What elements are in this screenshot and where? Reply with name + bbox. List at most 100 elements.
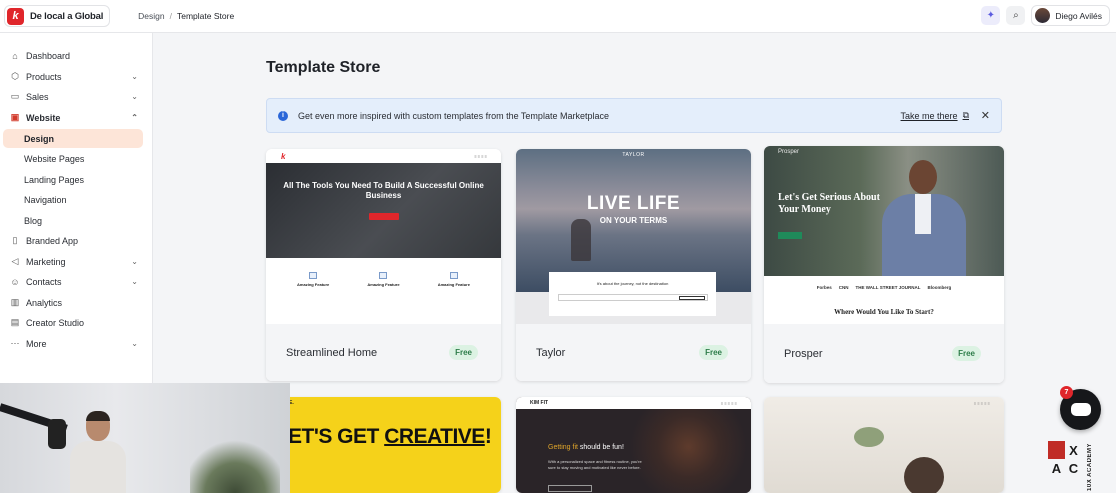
sidebar-item-label: Website Pages xyxy=(24,153,85,164)
template-card-creative[interactable]: ATIVE. LET'S GET CREATIVE! xyxy=(266,397,501,493)
preview-headline: LET'S GET CREATIVE! xyxy=(275,425,492,448)
preview-nav: TAYLOR xyxy=(622,152,645,158)
sidebar-item-design[interactable]: Design xyxy=(3,129,143,148)
sidebar-item-contacts[interactable]: ☺ Contacts ⌄ xyxy=(3,272,143,291)
sidebar-item-more[interactable]: ⋯ More ⌄ xyxy=(3,334,143,353)
sidebar-item-label: Marketing xyxy=(26,256,66,267)
template-preview: TAYLOR LIVE LIFE ON YOUR TERMS It's abou… xyxy=(516,149,751,324)
template-card-footer: Prosper Free xyxy=(764,324,1004,383)
preview-features: Amazing Feature Amazing Feature Amazing … xyxy=(266,258,501,287)
brand-name: De local a Global xyxy=(30,10,104,22)
preview-hero: Prosper Let's Get Serious About Your Mon… xyxy=(764,146,1004,276)
webcam-overlay xyxy=(0,383,290,493)
preview-subhead: ON YOUR TERMS xyxy=(599,216,668,225)
preview-person xyxy=(904,457,944,493)
preview-question: Where Would You Like To Start? xyxy=(834,308,934,316)
template-card-kim-fit[interactable]: KIM FIT ≡ ≡ ≡ ≡ ≡ Getting fit should be … xyxy=(516,397,751,493)
marketplace-banner: i Get even more inspired with custom tem… xyxy=(266,98,1002,133)
preview-logo: ATIVE. xyxy=(266,397,501,409)
box-icon: ⬡ xyxy=(11,71,19,81)
sidebar-item-sales[interactable]: ▭ Sales ⌄ xyxy=(3,87,143,106)
main-content: Template Store i Get even more inspired … xyxy=(154,34,1116,493)
academy-watermark: X A C xyxy=(1048,441,1082,477)
sidebar-item-label: Dashboard xyxy=(26,50,71,61)
sidebar-item-label: Blog xyxy=(24,215,43,226)
sidebar-item-website[interactable]: ▣ Website ⌃ xyxy=(3,108,143,127)
watermark-letter: A xyxy=(1051,460,1062,476)
monitor-icon: ▣ xyxy=(10,112,20,122)
avatar xyxy=(1035,8,1051,23)
brand-logo: k xyxy=(7,7,24,25)
search-icon[interactable]: ⌕ xyxy=(1006,6,1026,25)
sidebar-item-website-pages[interactable]: Website Pages xyxy=(3,149,143,168)
preview-person xyxy=(882,156,966,276)
preview-logo: KIM FIT xyxy=(530,400,549,406)
preview-cta xyxy=(778,232,802,239)
preview-logo: k xyxy=(281,151,286,161)
home-icon: ⌂ xyxy=(12,50,18,61)
chevron-up-icon: ⌃ xyxy=(131,113,138,122)
template-card-taylor[interactable]: TAYLOR LIVE LIFE ON YOUR TERMS It's abou… xyxy=(516,149,751,381)
sparkle-icon[interactable]: ✦ xyxy=(981,6,1001,25)
preview-photo xyxy=(626,409,751,493)
wallet-icon: ▭ xyxy=(10,91,20,101)
chevron-down-icon: ⌄ xyxy=(131,257,138,266)
dots-icon: ⋯ xyxy=(10,338,20,348)
studio-icon: ▤ xyxy=(10,317,20,327)
preview-figure xyxy=(571,219,591,261)
preview-cta xyxy=(368,213,399,220)
breadcrumb-template-store: Template Store xyxy=(177,11,235,21)
sidebar-item-analytics[interactable]: ▥ Analytics xyxy=(3,293,143,312)
preview-form-question: It's about the journey, not the destinat… xyxy=(596,281,669,286)
sidebar-item-label: Creator Studio xyxy=(26,317,85,328)
sidebar-item-blog[interactable]: Blog xyxy=(3,211,143,230)
sidebar-item-branded-app[interactable]: ▯ Branded App xyxy=(3,231,143,250)
preview-nav: Prosper xyxy=(778,149,800,155)
sidebar-item-marketing[interactable]: ◁ Marketing ⌄ xyxy=(3,252,143,271)
preview-press-logos: Forbes CNN THE WALL STREET JOURNAL Bloom… xyxy=(764,276,1004,298)
sidebar-item-creator-studio[interactable]: ▤ Creator Studio xyxy=(3,313,143,332)
take-me-there-link[interactable]: Take me there ⧉ xyxy=(901,110,969,121)
watermark-text: 10X ACADEMY xyxy=(1087,443,1093,491)
preview-hero: All The Tools You Need To Build A Succes… xyxy=(266,163,501,258)
breadcrumb: Design / Template Store xyxy=(138,11,234,21)
free-badge: Free xyxy=(449,345,478,360)
template-preview: ≡ ≡ ≡ ≡ ≡ xyxy=(764,397,1004,493)
breadcrumb-design[interactable]: Design xyxy=(138,11,164,21)
preview-headline: LIVE LIFE xyxy=(586,193,681,214)
sidebar-item-label: Sales xyxy=(26,91,49,102)
close-icon[interactable]: ✕ xyxy=(981,109,990,122)
sidebar-item-label: More xyxy=(26,338,47,349)
preview-nav-links: ≡ ≡ ≡ ≡ xyxy=(474,153,487,159)
template-preview: ATIVE. LET'S GET CREATIVE! xyxy=(266,397,501,493)
users-icon: ☺ xyxy=(10,276,20,287)
preview-headline: All The Tools You Need To Build A Succes… xyxy=(283,181,484,200)
sidebar-item-dashboard[interactable]: ⌂ Dashboard xyxy=(3,46,143,65)
sidebar-item-label: Design xyxy=(24,133,55,144)
preview-feature: Amazing Feature xyxy=(424,272,484,287)
sidebar-item-label: Analytics xyxy=(26,297,63,308)
template-card-streamlined-home[interactable]: k ≡ ≡ ≡ ≡ All The Tools You Need To Buil… xyxy=(266,149,501,381)
preview-feature: Amazing Feature xyxy=(353,272,413,287)
watermark-block xyxy=(1048,441,1065,459)
template-card-prosper[interactable]: Prosper Let's Get Serious About Your Mon… xyxy=(764,146,1004,383)
user-menu[interactable]: Diego Avilés xyxy=(1031,5,1110,26)
template-card-decor[interactable]: ≡ ≡ ≡ ≡ ≡ xyxy=(764,397,1004,493)
free-badge: Free xyxy=(952,346,981,361)
template-preview: Prosper Let's Get Serious About Your Mon… xyxy=(764,146,1004,324)
page-title: Template Store xyxy=(266,59,381,76)
chevron-down-icon: ⌄ xyxy=(131,92,138,101)
chevron-down-icon: ⌄ xyxy=(131,339,138,348)
sidebar-item-navigation[interactable]: Navigation xyxy=(3,190,143,209)
preview-subtext: With a personalized space and fitness ro… xyxy=(548,459,642,470)
preview-hero: TAYLOR LIVE LIFE ON YOUR TERMS xyxy=(516,149,751,292)
breadcrumb-separator: / xyxy=(169,11,172,21)
brand-switcher[interactable]: k De local a Global xyxy=(4,5,111,27)
template-preview: KIM FIT ≡ ≡ ≡ ≡ ≡ Getting fit should be … xyxy=(516,397,751,493)
sidebar-item-landing-pages[interactable]: Landing Pages xyxy=(3,170,143,189)
info-icon: i xyxy=(278,110,288,121)
watermark-letter: C xyxy=(1068,460,1079,476)
preview-form-field xyxy=(557,294,708,301)
sidebar-item-products[interactable]: ⬡ Products ⌄ xyxy=(3,67,143,86)
preview-plant xyxy=(854,427,884,447)
